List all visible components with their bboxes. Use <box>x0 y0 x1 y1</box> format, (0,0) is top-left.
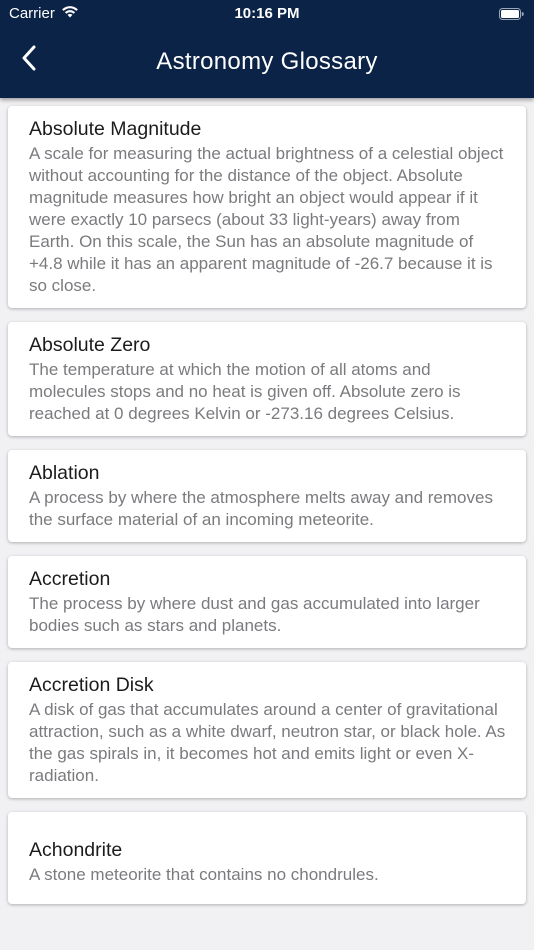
entry-term: Absolute Zero <box>29 334 151 356</box>
top-bar: Carrier 10:16 PM Astronomy Glossary <box>0 0 534 98</box>
entry-term: Achondrite <box>29 839 123 861</box>
glossary-list: Absolute Magnitude A scale for measuring… <box>8 106 526 918</box>
status-time: 10:16 PM <box>234 5 300 22</box>
glossary-entry-absolute-zero[interactable]: Absolute Zero The temperature at which t… <box>8 322 526 436</box>
entry-term: Ablation <box>29 462 100 484</box>
entry-term: Accretion <box>29 568 111 590</box>
navigation-bar: Astronomy Glossary <box>0 28 534 98</box>
entry-definition: A stone meteorite that contains no chond… <box>29 865 379 884</box>
entry-definition: The process by where dust and gas accumu… <box>29 594 480 635</box>
glossary-entry-achondrite[interactable]: Achondrite A stone meteorite that contai… <box>8 812 526 904</box>
page-title: Astronomy Glossary <box>156 48 378 75</box>
status-bar: Carrier 10:16 PM <box>0 0 534 28</box>
battery-icon <box>499 7 524 20</box>
entry-term: Accretion Disk <box>29 674 154 696</box>
glossary-entry-absolute-magnitude[interactable]: Absolute Magnitude A scale for measuring… <box>8 106 526 308</box>
entry-definition: A scale for measuring the actual brightn… <box>29 144 504 295</box>
entry-definition: A disk of gas that accumulates around a … <box>29 700 506 785</box>
entry-definition: The temperature at which the motion of a… <box>29 360 461 423</box>
entry-term: Absolute Magnitude <box>29 118 202 140</box>
glossary-entry-ablation[interactable]: Ablation A process by where the atmosphe… <box>8 450 526 542</box>
glossary-entry-accretion-disk[interactable]: Accretion Disk A disk of gas that accumu… <box>8 662 526 798</box>
glossary-entry-accretion[interactable]: Accretion The process by where dust and … <box>8 556 526 648</box>
entry-definition: A process by where the atmosphere melts … <box>29 488 493 529</box>
